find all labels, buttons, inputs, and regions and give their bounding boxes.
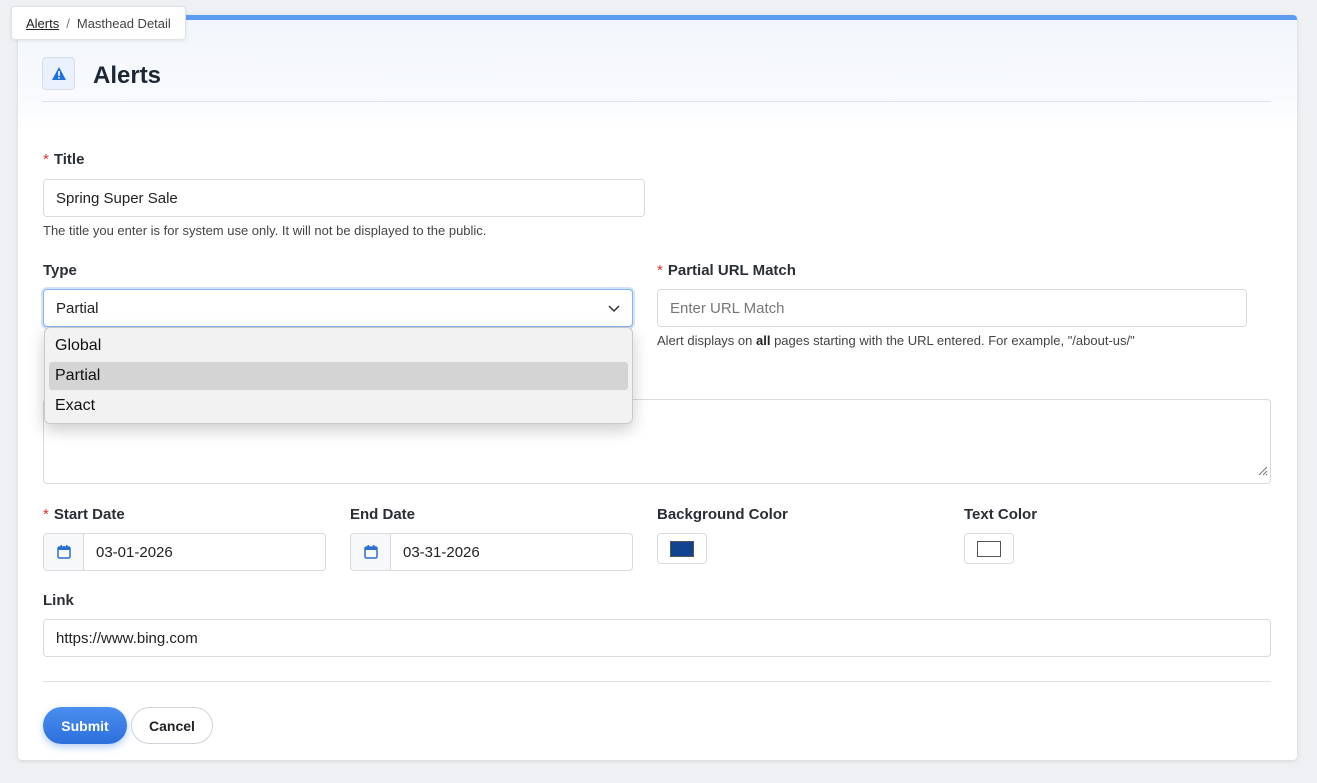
type-option-exact[interactable]: Exact (49, 392, 628, 420)
submit-button[interactable]: Submit (43, 707, 127, 744)
end-date-value: 03-31-2026 (403, 543, 480, 561)
required-marker: * (43, 506, 49, 523)
type-select[interactable]: Partial (43, 289, 633, 327)
start-date-label-text: Start Date (53, 506, 125, 523)
required-marker: * (43, 151, 49, 168)
end-date-label: End Date (350, 506, 416, 523)
type-label: Type (43, 262, 77, 279)
chevron-down-icon (608, 300, 620, 317)
breadcrumb-current: Masthead Detail (76, 15, 171, 31)
partial-url-help-text: Alert displays on all pages starting wit… (657, 333, 1135, 348)
title-help-text: The title you enter is for system use on… (43, 223, 487, 238)
link-input[interactable]: https://www.bing.com (43, 619, 1271, 657)
title-label: * Title (43, 151, 84, 168)
start-date-value: 03-01-2026 (96, 543, 173, 561)
footer-divider (43, 681, 1271, 682)
text-color-picker[interactable] (964, 533, 1014, 564)
title-input[interactable]: Spring Super Sale (43, 179, 645, 217)
start-date-label: * Start Date (43, 506, 125, 523)
required-marker: * (657, 262, 663, 279)
breadcrumb: Alerts / Masthead Detail (11, 6, 186, 40)
help-bold: all (756, 333, 771, 348)
link-label: Link (43, 592, 74, 609)
warning-icon (42, 57, 75, 90)
help-prefix: Alert displays on (657, 333, 756, 348)
type-select-value: Partial (56, 299, 99, 317)
partial-url-input[interactable]: Enter URL Match (657, 289, 1247, 327)
card-header-background (18, 20, 1297, 130)
cancel-button[interactable]: Cancel (131, 707, 213, 744)
header-divider (42, 101, 1271, 102)
calendar-icon[interactable] (44, 534, 84, 570)
breadcrumb-separator: / (66, 15, 70, 31)
resize-handle-icon[interactable] (1256, 463, 1268, 481)
partial-url-label: * Partial URL Match (657, 262, 796, 279)
start-date-field[interactable]: 03-01-2026 (43, 533, 326, 571)
title-label-text: Title (53, 151, 85, 168)
text-color-label: Text Color (964, 506, 1038, 523)
background-color-label: Background Color (657, 506, 788, 523)
background-color-swatch (670, 540, 694, 557)
partial-url-label-text: Partial URL Match (667, 262, 796, 279)
background-color-picker[interactable] (657, 533, 707, 564)
alert-form-card: Alerts * Title Spring Super Sale The titl… (18, 15, 1297, 760)
type-dropdown-menu: Global Partial Exact (44, 327, 633, 424)
breadcrumb-link-alerts[interactable]: Alerts (26, 16, 59, 31)
calendar-icon[interactable] (351, 534, 391, 570)
page-title: Alerts (93, 62, 162, 89)
text-color-swatch (977, 540, 1001, 557)
end-date-field[interactable]: 03-31-2026 (350, 533, 633, 571)
help-suffix: pages starting with the URL entered. For… (770, 333, 1135, 348)
type-option-partial[interactable]: Partial (49, 362, 628, 390)
type-option-global[interactable]: Global (49, 332, 628, 360)
